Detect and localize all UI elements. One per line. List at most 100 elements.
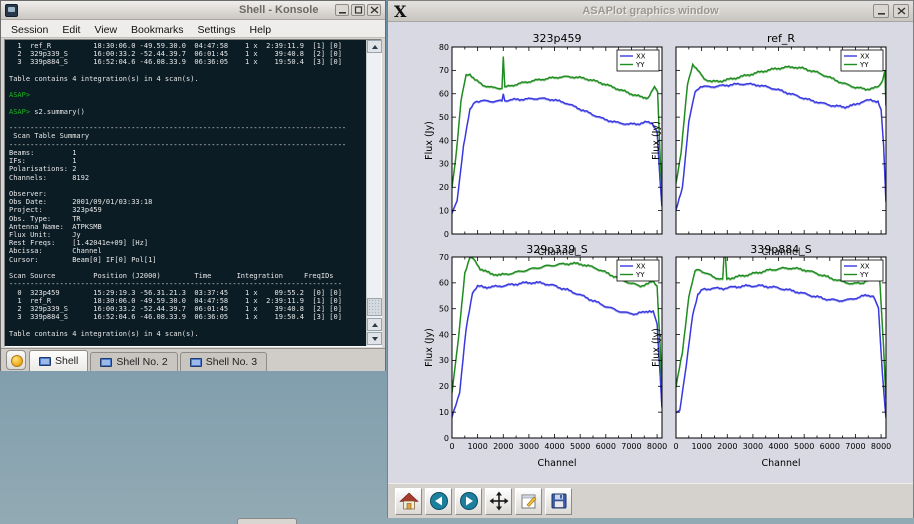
terminal-line: Rest Freqs: [1.42041e+09] [Hz] [9, 239, 366, 247]
desktop: Shell - Konsole SessionEditViewBookmarks… [0, 0, 914, 524]
tab-label: Shell No. 3 [206, 356, 257, 368]
subplot-title-ref_R: ref_R [767, 32, 795, 45]
tab-shell-no-3[interactable]: Shell No. 3 [180, 352, 267, 371]
figure-canvas[interactable]: 01020304050607080ChannelFlux (Jy)323p459… [388, 22, 913, 483]
close-button[interactable] [367, 4, 381, 16]
svg-text:0: 0 [444, 230, 449, 239]
terminal-line: Channels: 8192 [9, 174, 366, 182]
svg-text:40: 40 [439, 330, 449, 339]
terminal-line: Table contains 4 integration(s) in 4 sca… [9, 330, 366, 338]
konsole-titlebar[interactable]: Shell - Konsole [1, 1, 385, 20]
legend-329p339_S: XXYY [617, 260, 659, 281]
svg-text:1000: 1000 [691, 442, 711, 451]
svg-text:XX: XX [636, 53, 646, 61]
minimize-button[interactable] [335, 4, 349, 16]
svg-text:YY: YY [635, 61, 645, 69]
plot-minimize-button[interactable] [873, 4, 889, 18]
scrollbar-thumb[interactable] [367, 298, 382, 316]
terminal-tab-icon [39, 357, 51, 366]
svg-text:0: 0 [673, 442, 678, 451]
menu-item-edit[interactable]: Edit [55, 22, 87, 36]
svg-text:10: 10 [439, 206, 449, 215]
subplot-title-329p339_S: 329p339_S [526, 243, 587, 256]
scroll-up-button[interactable] [367, 40, 382, 53]
svg-text:60: 60 [439, 90, 449, 99]
tab-label: Shell No. 2 [116, 356, 167, 368]
legend-ref_R: XXYY [841, 50, 883, 71]
save-icon [549, 491, 569, 511]
terminal-line: 2 329p339_S 16:00:33.2 -52.44.39.7 06:01… [9, 50, 366, 58]
asaplot-window-title: ASAPlot graphics window [582, 5, 718, 17]
back-button[interactable] [425, 488, 452, 515]
asaplot-titlebar[interactable]: X ASAPlot graphics window [388, 1, 913, 22]
new-session-button[interactable] [6, 350, 26, 370]
svg-text:70: 70 [439, 66, 449, 75]
home-button[interactable] [395, 488, 422, 515]
maximize-button[interactable] [351, 4, 365, 16]
konsole-window-title: Shell - Konsole [239, 4, 318, 16]
svg-text:8000: 8000 [871, 442, 891, 451]
ylabel-329p339_S: Flux (Jy) [424, 328, 435, 367]
legend-339p884_S: XXYY [841, 260, 883, 281]
plot-close-button[interactable] [893, 4, 909, 18]
svg-text:1000: 1000 [467, 442, 487, 451]
legend-323p459: XXYY [617, 50, 659, 71]
menu-item-help[interactable]: Help [243, 22, 279, 36]
terminal-frame: 1 ref_R 18:30:06.0 -49.59.30.0 04:47:58 … [4, 39, 382, 347]
menu-item-bookmarks[interactable]: Bookmarks [124, 22, 191, 36]
tab-shell[interactable]: Shell [29, 350, 88, 371]
terminal-line [9, 67, 366, 75]
terminal-line: Flux Unit: Jy [9, 231, 366, 239]
konsole-app-icon [5, 4, 18, 17]
menu-item-session[interactable]: Session [4, 22, 55, 36]
scroll-down-button[interactable] [367, 332, 382, 345]
svg-text:0: 0 [449, 442, 454, 451]
svg-text:YY: YY [859, 61, 869, 69]
scroll-up-button-2[interactable] [367, 318, 382, 331]
terminal-tab-icon [100, 358, 112, 367]
menu-item-view[interactable]: View [87, 22, 124, 36]
terminal-line: Abcissa: Channel [9, 247, 366, 255]
terminal-line: Obs. Type: TR [9, 215, 366, 223]
svg-text:4000: 4000 [768, 442, 788, 451]
xlabel-329p339_S: Channel [537, 458, 576, 469]
taskbar-sliver[interactable] [237, 518, 297, 524]
forward-button[interactable] [455, 488, 482, 515]
terminal-line [9, 116, 366, 124]
terminal-line: Cursor: Beam[0] IF[0] Pol[1] [9, 256, 366, 264]
terminal-line: Beams: 1 [9, 149, 366, 157]
svg-text:5000: 5000 [570, 442, 590, 451]
svg-text:3000: 3000 [743, 442, 763, 451]
terminal-line: Project: 323p459 [9, 206, 366, 214]
terminal-line [9, 264, 366, 272]
save-button[interactable] [545, 488, 572, 515]
ylabel-339p884_S: Flux (Jy) [651, 328, 662, 367]
konsole-menubar: SessionEditViewBookmarksSettingsHelp [1, 20, 385, 38]
menu-item-settings[interactable]: Settings [191, 22, 243, 36]
asaplot-window: X ASAPlot graphics window 01020304050607… [387, 0, 914, 518]
home-icon [399, 491, 419, 511]
terminal-line [9, 100, 366, 108]
terminal-scrollbar[interactable] [366, 40, 381, 346]
terminal-line: 0 323p459 15:29:19.3 -56.31.21.3 03:37:4… [9, 289, 366, 297]
svg-text:4000: 4000 [544, 442, 564, 451]
svg-text:7000: 7000 [621, 442, 641, 451]
terminal-output[interactable]: 1 ref_R 18:30:06.0 -49.59.30.0 04:47:58 … [5, 40, 366, 346]
subplots-button[interactable] [515, 488, 542, 515]
pan-button[interactable] [485, 488, 512, 515]
terminal-line: IFs: 1 [9, 157, 366, 165]
terminal-line: Obs Date: 2001/09/01/03:33:18 [9, 198, 366, 206]
svg-text:XX: XX [860, 263, 870, 271]
ylabel-323p459: Flux (Jy) [424, 121, 435, 160]
svg-text:80: 80 [439, 43, 449, 52]
terminal-line: Antenna Name: ATPKSMB [9, 223, 366, 231]
terminal-line: Scan Table Summary [9, 132, 366, 140]
tab-shell-no-2[interactable]: Shell No. 2 [90, 352, 177, 371]
asap-prompt: ASAP> [9, 91, 30, 99]
terminal-line: 3 339p884_S 16:52:04.6 -46.08.33.9 06:36… [9, 313, 366, 321]
terminal-line: Scan Source Position (J2000) Time Integr… [9, 272, 366, 280]
arrow-up-icon [372, 45, 378, 49]
svg-text:30: 30 [439, 356, 449, 365]
terminal-line: 1 ref_R 18:30:06.0 -49.59.30.0 04:47:58 … [9, 42, 366, 50]
ylabel-ref_R: Flux (Jy) [651, 121, 662, 160]
